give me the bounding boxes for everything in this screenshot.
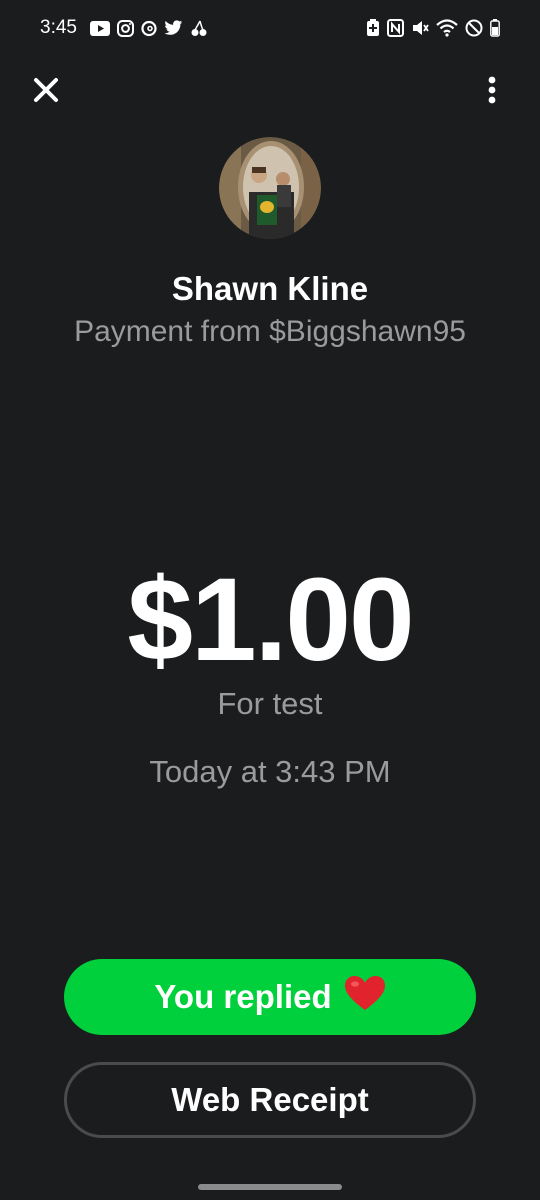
youtube-icon [89,20,110,36]
web-receipt-button[interactable]: Web Receipt [64,1062,476,1138]
mute-icon [411,19,429,37]
avatar[interactable] [219,137,321,239]
threads-icon [141,20,157,37]
replied-label: You replied [154,978,332,1015]
payer-name: Shawn Kline [171,270,369,307]
payment-detail-screen: 3:45 Shawn Kline Payment from $Biggshawn… [0,0,540,1200]
close-button[interactable] [28,72,64,108]
more-options-button[interactable] [476,72,508,108]
instagram-icon [116,19,134,37]
replied-button[interactable]: You replied [64,959,476,1035]
battery-saver-icon [366,19,380,37]
cherries-icon [190,20,208,37]
nfc-icon [387,19,404,37]
battery-icon [490,19,500,37]
wifi-icon [436,19,458,37]
status-bar-left: 3:45 [40,17,208,39]
heart-icon [344,975,386,1019]
close-icon [34,78,58,102]
status-time: 3:45 [40,17,77,38]
web-receipt-label: Web Receipt [171,1081,369,1118]
status-bar: 3:45 [0,0,540,56]
do-not-disturb-icon [465,19,483,37]
more-vertical-icon [488,76,496,104]
payment-note: For test [217,686,323,721]
payment-timestamp: Today at 3:43 PM [149,754,391,789]
twitter-icon [164,20,183,36]
payment-subtitle: Payment from $Biggshawn95 [74,315,466,348]
home-indicator[interactable] [198,1184,342,1190]
status-bar-right [366,19,500,37]
payment-amount: $1.00 [127,554,414,686]
